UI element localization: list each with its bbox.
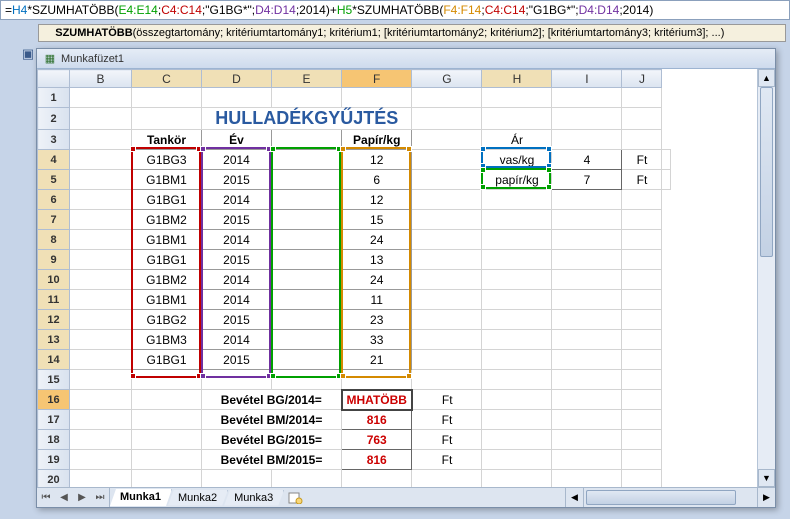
- tab-first-button[interactable]: ⏮: [37, 488, 55, 507]
- select-all[interactable]: [38, 70, 70, 88]
- scroll-thumb[interactable]: [760, 87, 773, 257]
- workbook-titlebar[interactable]: ▦ Munkafüzet1: [37, 49, 775, 69]
- function-tooltip: SZUMHATÖBB(összegtartomány; kritériumtar…: [38, 24, 786, 42]
- price-vas-label: vas/kg: [482, 150, 552, 170]
- hdr-tankor: Tankör: [132, 130, 202, 150]
- tab-munka3[interactable]: Munka3: [224, 490, 284, 506]
- tab-next-button[interactable]: ▶: [73, 488, 91, 507]
- excel-icon: ▦: [43, 52, 57, 66]
- col-B[interactable]: B: [70, 70, 132, 88]
- col-E[interactable]: E: [272, 70, 342, 88]
- hdr-ar: Ár: [482, 130, 552, 150]
- col-F[interactable]: F: [342, 70, 412, 88]
- tab-last-button[interactable]: ⏭: [91, 488, 109, 507]
- tab-munka2[interactable]: Munka2: [168, 490, 228, 506]
- col-C[interactable]: C: [132, 70, 202, 88]
- spreadsheet-grid[interactable]: B C D E F G H I J 1 2HULLADÉKGYŰJTÉS 3 T…: [37, 69, 671, 487]
- price-papir[interactable]: 7: [552, 170, 622, 190]
- tab-add-button[interactable]: [286, 491, 306, 505]
- workbook-window: ▦ Munkafüzet1 B C D E F G H I J 1 2HULLA…: [36, 48, 776, 508]
- price-vas[interactable]: 4: [552, 150, 622, 170]
- formula-eq: =: [5, 3, 12, 17]
- hscroll-thumb[interactable]: [586, 490, 736, 505]
- tab-munka1[interactable]: Munka1: [110, 489, 172, 506]
- grid-area[interactable]: B C D E F G H I J 1 2HULLADÉKGYŰJTÉS 3 T…: [37, 69, 775, 487]
- hscroll-left-button[interactable]: ◀: [566, 488, 584, 507]
- tab-prev-button[interactable]: ◀: [55, 488, 73, 507]
- page-title: HULLADÉKGYŰJTÉS: [202, 108, 412, 130]
- col-G[interactable]: G: [412, 70, 482, 88]
- col-header-row: B C D E F G H I J: [38, 70, 671, 88]
- hdr-vas: Vas/kg: [272, 130, 342, 150]
- price-papir-label: papír/kg: [482, 170, 552, 190]
- tab-nav: ⏮ ◀ ▶ ⏭: [37, 488, 110, 507]
- vertical-scrollbar[interactable]: ▲ ▼: [757, 69, 775, 487]
- sheet-tabs: ⏮ ◀ ▶ ⏭ Munka1 Munka2 Munka3 ◀ ▶: [37, 487, 775, 507]
- scroll-up-button[interactable]: ▲: [758, 69, 775, 87]
- horizontal-scrollbar[interactable]: ◀ ▶: [565, 488, 775, 507]
- col-I[interactable]: I: [552, 70, 622, 88]
- workbook-frame-icon: ▣: [20, 46, 36, 62]
- hscroll-right-button[interactable]: ▶: [757, 488, 775, 507]
- active-cell[interactable]: MHATÖBB: [342, 390, 412, 410]
- workbook-title-text: Munkafüzet1: [61, 53, 124, 65]
- col-H[interactable]: H: [482, 70, 552, 88]
- hdr-papir: Papír/kg: [342, 130, 412, 150]
- scroll-down-button[interactable]: ▼: [758, 469, 775, 487]
- col-D[interactable]: D: [202, 70, 272, 88]
- hdr-ev: Év: [202, 130, 272, 150]
- col-J[interactable]: J: [622, 70, 662, 88]
